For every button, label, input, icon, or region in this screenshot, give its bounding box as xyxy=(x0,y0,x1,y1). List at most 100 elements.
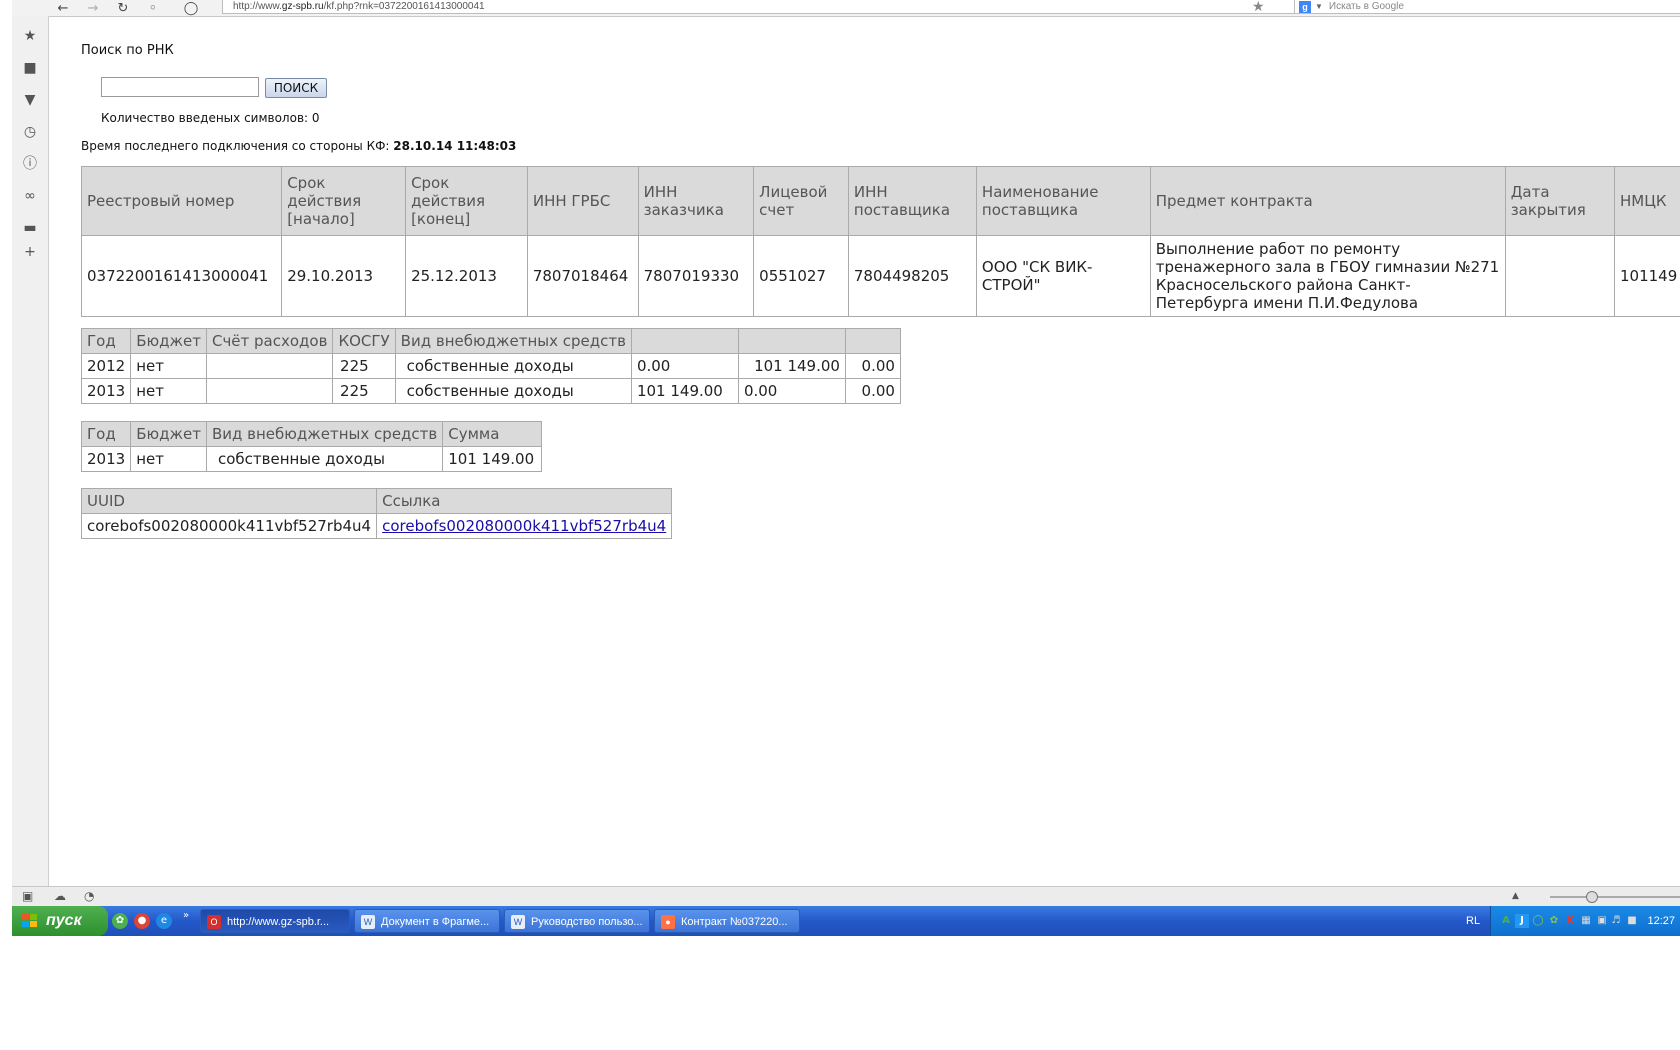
reload-icon[interactable]: ↻ xyxy=(112,0,134,16)
table-header: ИНН ГРБС xyxy=(526,166,639,236)
table-cell: 101 149.00 xyxy=(630,378,739,404)
cloud-icon[interactable]: ☁ xyxy=(54,889,66,903)
url-path: /kf.php?rnk=0372200161413000041 xyxy=(323,1,485,12)
opera-icon: O xyxy=(207,915,221,929)
uuid-cell: corebofs002080000k411vbf527rb4u4 xyxy=(80,513,378,539)
taskbar-item[interactable]: Ohttp://www.gz-spb.r... xyxy=(200,909,350,933)
table-cell: 0.00 xyxy=(737,378,846,404)
google-search-field[interactable]: g ▼ Искать в Google xyxy=(1294,0,1680,14)
table-cell: 2013 xyxy=(80,446,132,472)
table-header: Сумма xyxy=(442,421,543,447)
info-icon[interactable]: ⓘ xyxy=(22,156,38,172)
rnk-search-input[interactable] xyxy=(101,77,259,97)
table-header-row: Реестровый номер Срок действия [начало] … xyxy=(80,166,1680,236)
last-connection-label: Время последнего подключения со стороны … xyxy=(81,139,390,153)
chevron-down-icon[interactable]: ▼ xyxy=(1315,2,1323,11)
history-clock-icon[interactable]: ◷ xyxy=(22,124,38,140)
taskbar-item[interactable]: ● Контракт №037220... xyxy=(654,909,800,933)
taskbar-item-label: Документ в Фрагме... xyxy=(381,916,490,928)
downloads-icon[interactable]: ▼ xyxy=(22,92,38,108)
table-cell: 0.00 xyxy=(630,353,739,379)
taskbar: пуск ✿ ● e » Ohttp://www.gz-spb.r... W До… xyxy=(12,906,1680,936)
panel-icon[interactable]: ▬ xyxy=(22,220,38,236)
tray-a-icon[interactable]: A xyxy=(1499,914,1513,928)
more-chevron-icon[interactable]: » xyxy=(178,908,194,924)
clock[interactable]: 12:27 xyxy=(1647,906,1675,936)
speed-dial-icon[interactable]: ◔ xyxy=(84,889,94,903)
kaspersky-icon[interactable]: K xyxy=(1563,914,1577,928)
table-header xyxy=(630,328,739,354)
table-row: 2013 нет 225 собственные доходы 101 149.… xyxy=(80,378,901,404)
key-icon[interactable]: ⚬ xyxy=(142,0,164,16)
back-icon[interactable]: ← xyxy=(52,0,74,16)
table-header: Вид внебюджетных средств xyxy=(394,328,632,354)
char-count-text: Количество введеных символов: 0 xyxy=(101,111,320,125)
table-header: Срок действия [конец] xyxy=(405,166,528,236)
table-cell: 2012 xyxy=(80,353,132,379)
table-cell: 101 149.00 xyxy=(737,353,846,379)
volume-icon[interactable]: ♬ xyxy=(1609,914,1623,928)
last-connection-value: 28.10.14 11:48:03 xyxy=(393,139,517,153)
document-icon: W xyxy=(511,915,525,929)
table-row: 2013 нет собственные доходы 101 149.00 xyxy=(80,446,543,472)
windows-flag-icon xyxy=(22,914,37,927)
tray-window-icon[interactable]: ■ xyxy=(1625,914,1639,928)
table-header: Бюджет xyxy=(130,328,207,354)
language-indicator[interactable]: RL xyxy=(1466,906,1480,936)
table-header: Счёт расходов xyxy=(205,328,334,354)
bookmark-star-icon[interactable]: ★ xyxy=(1252,0,1265,15)
table-header: Наименование поставщика xyxy=(975,166,1151,236)
table-header: Дата закрытия xyxy=(1504,166,1616,236)
table-cell: нет xyxy=(130,353,207,379)
url-domain: gz-spb.ru xyxy=(281,1,324,12)
add-panel-icon[interactable]: + xyxy=(22,244,38,260)
forward-icon[interactable]: → xyxy=(82,0,104,16)
table-cell: 29.10.2013 xyxy=(281,235,407,317)
taskbar-item[interactable]: W Руководство пользо... xyxy=(504,909,650,933)
taskbar-item[interactable]: W Документ в Фрагме... xyxy=(354,909,500,933)
table-header-row: UUID Ссылка xyxy=(80,488,673,514)
tray-network-icon[interactable]: ▦ xyxy=(1579,914,1593,928)
browser-sidebar: ★ ■ ▼ ◷ ⓘ ∞ ▬ + xyxy=(12,16,49,886)
table-row: corebofs002080000k411vbf527rb4u4 corebof… xyxy=(80,513,673,539)
tray-j-icon[interactable]: J xyxy=(1515,914,1529,928)
ie-icon[interactable]: e xyxy=(156,913,172,929)
page-title: Поиск по РНК xyxy=(81,43,174,58)
site-info-icon[interactable]: ◯ xyxy=(180,0,202,16)
notes-icon[interactable]: ■ xyxy=(22,60,38,76)
table-cell: 225 xyxy=(332,353,396,379)
zoom-slider-track[interactable] xyxy=(1550,896,1680,898)
uuid-table: UUID Ссылка corebofs002080000k411vbf527r… xyxy=(80,488,673,539)
table-cell xyxy=(205,353,334,379)
link-icon[interactable]: ∞ xyxy=(22,188,38,204)
tray-circle-icon[interactable]: ◯ xyxy=(1531,914,1545,928)
uuid-link[interactable]: corebofs002080000k411vbf527rb4u4 xyxy=(382,517,666,535)
taskbar-item-label: Руководство пользо... xyxy=(531,916,643,928)
bookmarks-star-icon[interactable]: ★ xyxy=(22,28,38,44)
zoom-slider-knob[interactable] xyxy=(1586,891,1598,903)
last-connection-text: Время последнего подключения со стороны … xyxy=(81,139,516,153)
table-cell: 101149 xyxy=(1614,235,1680,317)
table-header: Лицевой счет xyxy=(753,166,849,236)
table-header: Срок действия [начало] xyxy=(281,166,407,236)
panel-toggle-icon[interactable]: ▣ xyxy=(22,889,33,903)
address-bar[interactable]: http://www.gz-spb.ru/kf.php?rnk=03722001… xyxy=(222,0,1302,14)
sum-table: Год Бюджет Вид внебюджетных средств Сумм… xyxy=(80,421,543,472)
start-button[interactable]: пуск xyxy=(12,906,108,936)
taskbar-item-label: Контракт №037220... xyxy=(681,916,788,928)
table-row: 2012 нет 225 собственные доходы 0.00 101… xyxy=(80,353,901,379)
table-cell xyxy=(205,378,334,404)
table-cell: собственные доходы xyxy=(394,378,632,404)
table-header: Год xyxy=(80,328,132,354)
search-button[interactable]: ПОИСК xyxy=(265,78,327,98)
table-cell: 0.00 xyxy=(844,378,901,404)
table-header xyxy=(737,328,846,354)
tray-monitor-icon[interactable]: ▣ xyxy=(1595,914,1609,928)
tray-flower-icon[interactable]: ✿ xyxy=(1547,914,1561,928)
firefox-icon: ● xyxy=(661,915,675,929)
scroll-up-icon[interactable]: ▲ xyxy=(1512,891,1519,901)
chrome-icon[interactable]: ● xyxy=(134,913,150,929)
table-cell: 7807019330 xyxy=(637,235,755,317)
table-cell: 7807018464 xyxy=(526,235,639,317)
icq-icon[interactable]: ✿ xyxy=(112,913,128,929)
